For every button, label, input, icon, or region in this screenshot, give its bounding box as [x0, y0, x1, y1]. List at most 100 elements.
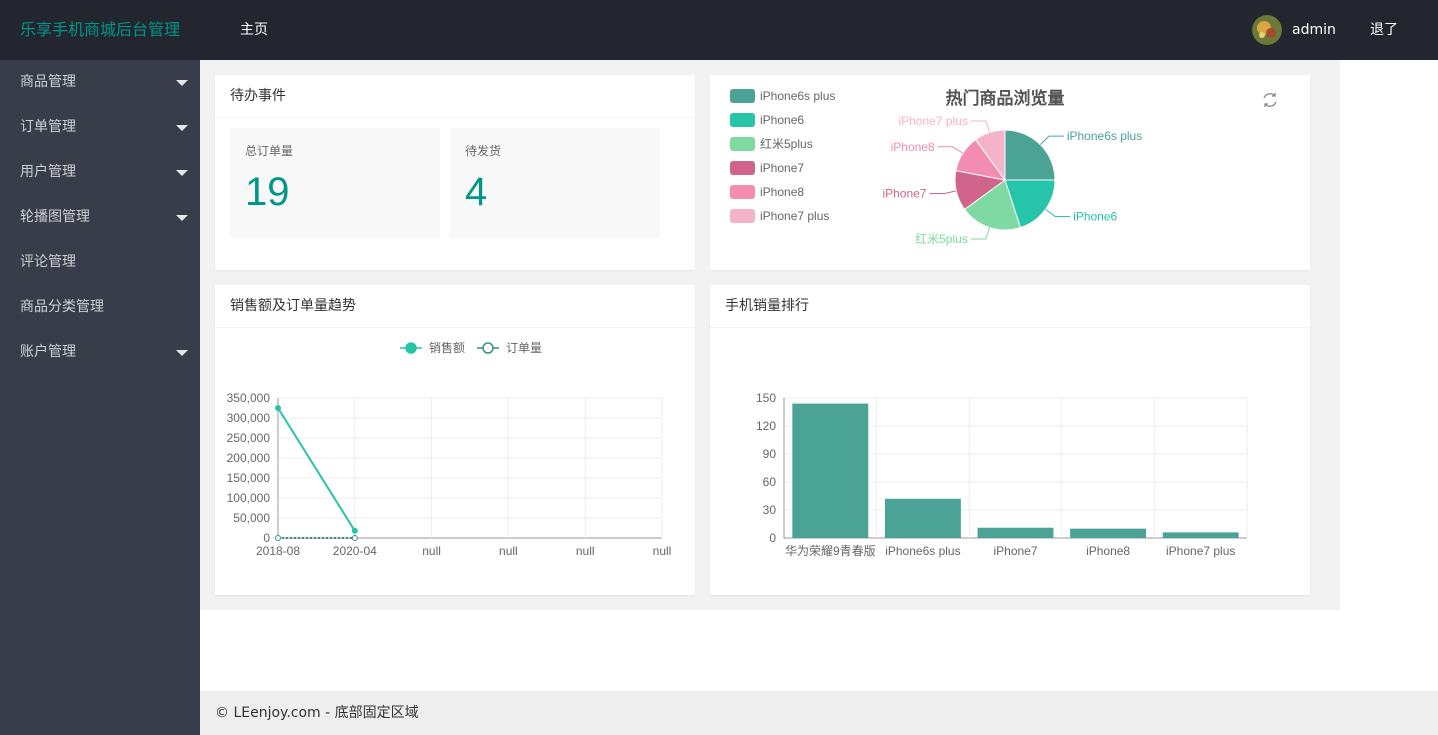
sidebar-item-accounts[interactable]: 账户管理 [0, 330, 200, 375]
caret-down-icon [176, 170, 188, 176]
sidebar-item-label: 商品分类管理 [20, 299, 104, 315]
y-tick-label: 0 [769, 531, 776, 545]
sidebar-item-orders[interactable]: 订单管理 [0, 105, 200, 150]
refresh-icon[interactable] [1263, 93, 1277, 107]
main-content: 待办事件 总订单量 19 待发货 4 热门商品浏览量 iPhone6s plus… [200, 60, 1340, 610]
legend-label: iPhone8 [760, 185, 804, 199]
sidebar-item-label: 账户管理 [20, 344, 76, 360]
sidebar: 商品管理 订单管理 用户管理 轮播图管理 评论管理 商品分类管理 账户管理 [0, 60, 200, 735]
top-header: 乐享手机商城后台管理 主页 admin 退了 [0, 0, 1438, 60]
legend-marker [405, 342, 417, 354]
trend-chart-title: 销售额及订单量趋势 [215, 285, 695, 328]
x-tick-label: 2020-04 [333, 544, 377, 558]
caret-down-icon [176, 215, 188, 221]
x-tick-label: iPhone8 [1086, 544, 1130, 558]
stat-total-orders[interactable]: 总订单量 19 [230, 128, 440, 238]
y-tick-label: 90 [763, 447, 777, 461]
y-tick-label: 350,000 [227, 391, 271, 405]
legend-label: 订单量 [506, 341, 542, 355]
legend-item[interactable]: iPhone6 [730, 113, 804, 127]
stat-pending-shipment[interactable]: 待发货 4 [450, 128, 660, 238]
sidebar-item-categories[interactable]: 商品分类管理 [0, 285, 200, 330]
sales-rank-card: 手机销量排行 0 30 60 90 120 150 华为荣耀9青春版 iPhone6s plu… [710, 285, 1310, 595]
legend-label: iPhone6 [760, 113, 804, 127]
stat-value: 19 [245, 170, 290, 214]
y-tick-label: 100,000 [227, 491, 271, 505]
bar[interactable] [1162, 532, 1239, 538]
todo-card-title: 待办事件 [215, 75, 695, 118]
series-line [277, 407, 356, 532]
caret-down-icon [176, 350, 188, 356]
bar[interactable] [884, 498, 961, 538]
data-point[interactable] [275, 534, 281, 541]
x-tick-label: 2018-08 [256, 544, 300, 558]
data-point[interactable] [351, 527, 358, 534]
x-tick-label: 华为荣耀9青春版 [785, 544, 876, 558]
y-tick-label: 200,000 [227, 451, 271, 465]
legend-swatch [730, 137, 755, 151]
pie-chart: 热门商品浏览量 iPhone6s plus iPhone6 红米5plus iPhon… [730, 88, 1277, 246]
pie-slice-label: iPhone7 plus [898, 114, 967, 128]
y-tick-label: 250,000 [227, 431, 271, 445]
x-tick-label: null [653, 544, 672, 558]
user-menu[interactable]: admin [1252, 15, 1336, 45]
line-chart: 销售额 订单量 0 50,000 100,000 150,000 200,000 250,00… [227, 340, 672, 558]
pie-slice-label: iPhone8 [891, 140, 935, 154]
legend-item[interactable]: iPhone6s plus [730, 89, 835, 103]
sidebar-item-label: 商品管理 [20, 74, 76, 90]
legend-label: 销售额 [429, 340, 465, 355]
y-tick-label: 0 [263, 531, 270, 545]
y-tick-label: 150 [756, 391, 776, 405]
legend-swatch [730, 113, 755, 127]
app-logo[interactable]: 乐享手机商城后台管理 [20, 0, 180, 60]
y-tick-label: 60 [763, 475, 777, 489]
bar[interactable] [792, 403, 869, 538]
pie-slice-label: iPhone7 [882, 187, 926, 201]
sales-rank-title: 手机销量排行 [710, 285, 1310, 328]
pie-label-line [937, 146, 964, 154]
legend-item[interactable]: iPhone8 [730, 185, 804, 199]
legend-item[interactable]: 红米5plus [730, 136, 813, 151]
pie-slice-label: 红米5plus [915, 231, 968, 246]
legend-marker [482, 342, 494, 354]
bar[interactable] [1070, 528, 1147, 538]
y-tick-label: 300,000 [227, 411, 271, 425]
logout-link[interactable]: 退了 [1370, 0, 1398, 60]
legend-item[interactable]: iPhone7 plus [730, 209, 829, 223]
legend-item[interactable]: 销售额 [400, 340, 465, 355]
data-point[interactable] [351, 534, 358, 541]
legend-item[interactable]: 订单量 [477, 341, 542, 355]
y-tick-label: 50,000 [233, 511, 270, 525]
legend-swatch [730, 209, 755, 223]
legend-label: 红米5plus [760, 136, 813, 151]
legend-item[interactable]: iPhone7 [730, 161, 804, 175]
pie-label-line [1040, 135, 1064, 145]
sidebar-item-label: 订单管理 [20, 119, 76, 135]
footer: © LEenjoy.com - 底部固定区域 [200, 691, 1438, 735]
bar[interactable] [977, 527, 1054, 538]
stat-value: 4 [465, 170, 488, 214]
sidebar-item-products[interactable]: 商品管理 [0, 60, 200, 105]
data-point[interactable] [275, 405, 281, 411]
legend-swatch [730, 185, 755, 199]
stat-label: 待发货 [465, 144, 502, 158]
caret-down-icon [176, 80, 188, 86]
avatar[interactable] [1252, 15, 1282, 45]
x-tick-label: null [499, 544, 518, 558]
sidebar-item-comments[interactable]: 评论管理 [0, 240, 200, 285]
y-tick-label: 30 [763, 503, 777, 517]
pie-slice-label: iPhone6s plus [1067, 129, 1142, 143]
y-tick-label: 120 [756, 419, 776, 433]
x-tick-label: iPhone7 plus [1166, 544, 1235, 558]
legend-label: iPhone7 [760, 161, 804, 175]
x-tick-label: iPhone6s plus [885, 544, 960, 558]
stat-label: 总订单量 [245, 144, 294, 158]
sidebar-item-users[interactable]: 用户管理 [0, 150, 200, 195]
sidebar-item-carousel[interactable]: 轮播图管理 [0, 195, 200, 240]
legend-label: iPhone6s plus [760, 89, 835, 103]
nav-home-link[interactable]: 主页 [240, 0, 268, 60]
user-name[interactable]: admin [1292, 22, 1336, 38]
legend-label: iPhone7 plus [760, 209, 829, 223]
caret-down-icon [176, 125, 188, 131]
pie-label-line [1045, 208, 1071, 217]
